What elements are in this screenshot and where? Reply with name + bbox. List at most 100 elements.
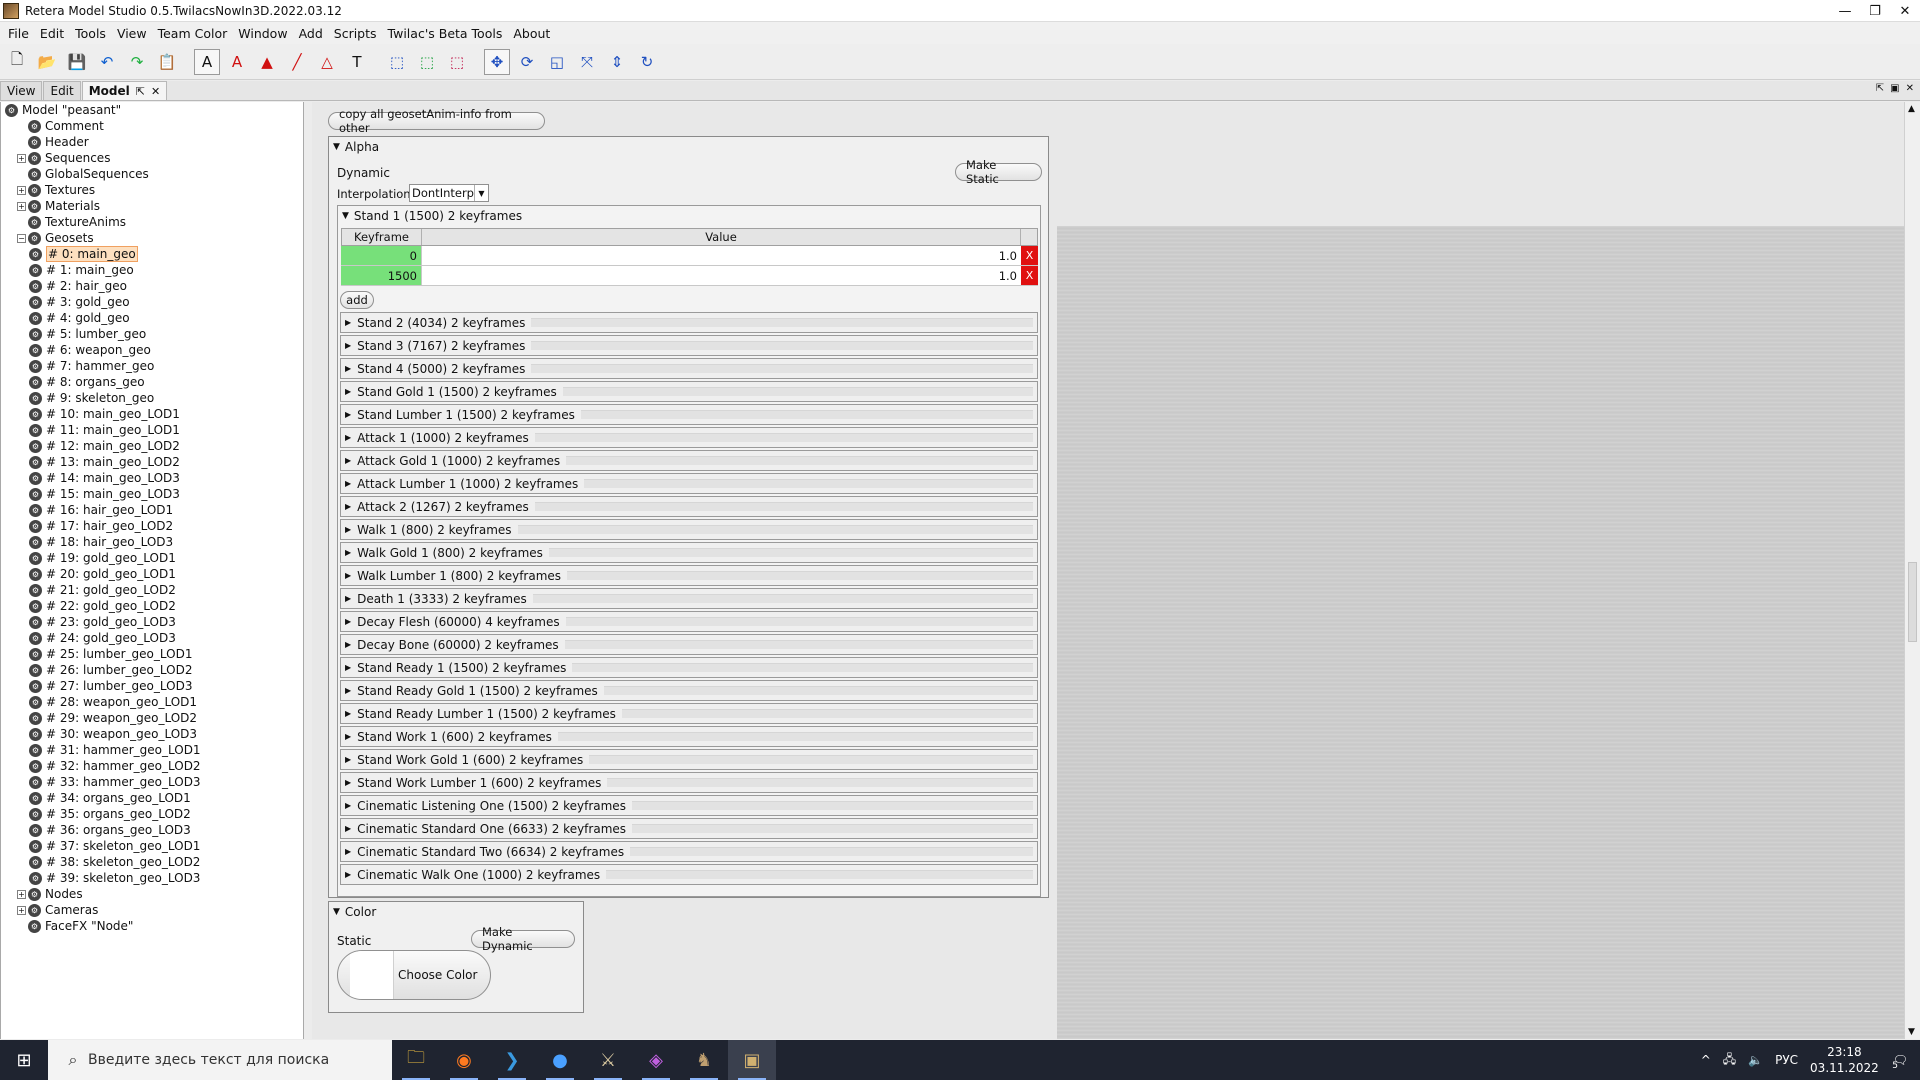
tree-item-geoset[interactable]: ⚙ # 16: hair_geo_LOD1 <box>1 502 303 518</box>
extrude-tool-icon[interactable]: ⤧ <box>574 49 600 75</box>
text-tool-icon[interactable]: T <box>344 49 370 75</box>
language-indicator[interactable]: РУС <box>1775 1053 1798 1067</box>
pin-icon[interactable]: ⇱ <box>136 85 145 98</box>
tree-item-geoset[interactable]: ⚙ # 29: weapon_geo_LOD2 <box>1 710 303 726</box>
tree-item-geoset[interactable]: ⚙ # 36: organs_geo_LOD3 <box>1 822 303 838</box>
menu-twilacs-beta-tools[interactable]: Twilac's Beta Tools <box>384 26 510 41</box>
tree-item-geoset[interactable]: ⚙ # 3: gold_geo <box>1 294 303 310</box>
menu-view[interactable]: View <box>113 26 154 41</box>
sequence-row[interactable]: ▶ Cinematic Listening One (1500) 2 keyfra… <box>340 795 1038 816</box>
rotate-tool-icon[interactable]: ⟳ <box>514 49 540 75</box>
scroll-up-icon[interactable]: ▲ <box>1908 104 1915 114</box>
tree-item-geoset[interactable]: ⚙ # 2: hair_geo <box>1 278 303 294</box>
scale-tool-icon[interactable]: ◱ <box>544 49 570 75</box>
vertical-scrollbar[interactable]: ▲ ▼ <box>1904 102 1920 1039</box>
expand-icon[interactable]: + <box>17 185 26 195</box>
alpha-header[interactable]: ▼ Alpha <box>333 138 379 156</box>
keyframe-cell[interactable]: 1500 <box>341 266 421 285</box>
sequence-row[interactable]: ▶ Stand Work 1 (600) 2 keyframes <box>340 726 1038 747</box>
menu-add[interactable]: Add <box>295 26 330 41</box>
tree-item-geosets[interactable]: − ⚙ Geosets <box>1 230 303 246</box>
tree-item-header[interactable]: ⚙ Header <box>1 134 303 150</box>
color-header[interactable]: ▼ Color <box>333 903 376 921</box>
sequence-row[interactable]: ▶ Attack Gold 1 (1000) 2 keyframes <box>340 450 1038 471</box>
app-blue-icon[interactable]: ● <box>536 1040 584 1080</box>
choose-color-button[interactable]: Choose Color <box>337 950 491 1000</box>
tree-item-sequences[interactable]: + ⚙ Sequences <box>1 150 303 166</box>
undock-icon[interactable]: ⇱ <box>1876 83 1884 94</box>
expand-icon[interactable]: ▶ <box>345 778 351 787</box>
tree-item-geoset[interactable]: ⚙ # 14: main_geo_LOD3 <box>1 470 303 486</box>
tree-item-geoset[interactable]: ⚙ # 39: skeleton_geo_LOD3 <box>1 870 303 886</box>
sequence-row[interactable]: ▶ Stand Work Gold 1 (600) 2 keyframes <box>340 749 1038 770</box>
sequence-row[interactable]: ▶ Stand Ready 1 (1500) 2 keyframes <box>340 657 1038 678</box>
chevron-down-icon[interactable]: ▼ <box>473 185 488 201</box>
tree-item-facefx-node[interactable]: ⚙ FaceFX "Node" <box>1 918 303 934</box>
tree-item-geoset[interactable]: ⚙ # 27: lumber_geo_LOD3 <box>1 678 303 694</box>
vscode-icon[interactable]: ❯ <box>488 1040 536 1080</box>
expand-icon[interactable]: ▶ <box>345 502 351 511</box>
maximize-panel-icon[interactable]: ▣ <box>1890 83 1899 94</box>
tree-item-geoset[interactable]: ⚙ # 8: organs_geo <box>1 374 303 390</box>
sequence-row[interactable]: ▶ Stand 4 (5000) 2 keyframes <box>340 358 1038 379</box>
file-explorer-icon[interactable]: 🗀 <box>392 1040 440 1080</box>
tree-item-geoset[interactable]: ⚙ # 23: gold_geo_LOD3 <box>1 614 303 630</box>
paste-icon[interactable]: 📋 <box>154 49 180 75</box>
sequence-row[interactable]: ▶ Stand Gold 1 (1500) 2 keyframes <box>340 381 1038 402</box>
move-tool-icon[interactable]: ✥ <box>484 48 510 75</box>
value-cell[interactable]: 1.0 <box>421 266 1021 285</box>
menu-tools[interactable]: Tools <box>71 26 113 41</box>
sequence-row[interactable]: ▶ Stand 3 (7167) 2 keyframes <box>340 335 1038 356</box>
tree-item-globalsequences[interactable]: ⚙ GlobalSequences <box>1 166 303 182</box>
tree-item-geoset[interactable]: ⚙ # 31: hammer_geo_LOD1 <box>1 742 303 758</box>
tree-item-geoset[interactable]: ⚙ # 9: skeleton_geo <box>1 390 303 406</box>
select-edge-icon[interactable]: ╱ <box>284 49 310 75</box>
tree-item-geoset[interactable]: ⚙ # 11: main_geo_LOD1 <box>1 422 303 438</box>
tree-item-geoset[interactable]: ⚙ # 28: weapon_geo_LOD1 <box>1 694 303 710</box>
menu-team-color[interactable]: Team Color <box>154 26 235 41</box>
app-mask-icon[interactable]: ◈ <box>632 1040 680 1080</box>
tree-item-geoset[interactable]: ⚙ # 22: gold_geo_LOD2 <box>1 598 303 614</box>
tab-view[interactable]: View <box>0 81 43 100</box>
sequence-row[interactable]: ▶ Attack 2 (1267) 2 keyframes <box>340 496 1038 517</box>
expand-icon[interactable]: ▶ <box>345 640 351 649</box>
add-keyframe-button[interactable]: add <box>340 291 374 309</box>
expand-icon[interactable]: + <box>17 201 26 211</box>
select-box-icon[interactable]: ⬚ <box>384 49 410 75</box>
delete-keyframe-button[interactable]: X <box>1021 246 1038 265</box>
tree-item-nodes[interactable]: + ⚙ Nodes <box>1 886 303 902</box>
expand-icon[interactable]: + <box>17 153 26 163</box>
tree-item-geoset[interactable]: ⚙ # 32: hammer_geo_LOD2 <box>1 758 303 774</box>
clock[interactable]: 23:18 03.11.2022 <box>1810 1044 1879 1076</box>
sequence-row[interactable]: ▶ Attack Lumber 1 (1000) 2 keyframes <box>340 473 1038 494</box>
expand-icon[interactable]: ▶ <box>345 709 351 718</box>
app-warcraft-icon[interactable]: ♞ <box>680 1040 728 1080</box>
redo-icon[interactable]: ↷ <box>124 49 150 75</box>
sequence-row[interactable]: ▶ Death 1 (3333) 2 keyframes <box>340 588 1038 609</box>
expand-icon[interactable]: ▶ <box>345 870 351 879</box>
tree-item-textures[interactable]: + ⚙ Textures <box>1 182 303 198</box>
select-vertex-icon[interactable]: A <box>194 48 220 75</box>
tree-item-geoset[interactable]: ⚙ # 12: main_geo_LOD2 <box>1 438 303 454</box>
open-folder-icon[interactable]: 📂 <box>34 49 60 75</box>
make-dynamic-button[interactable]: Make Dynamic <box>471 925 575 953</box>
tree-item-geoset[interactable]: ⚙ # 30: weapon_geo_LOD3 <box>1 726 303 742</box>
tree-item-cameras[interactable]: + ⚙ Cameras <box>1 902 303 918</box>
minimize-button[interactable]: — <box>1830 0 1860 22</box>
tab-edit[interactable]: Edit <box>43 81 81 100</box>
tree-item-geoset[interactable]: ⚙ # 1: main_geo <box>1 262 303 278</box>
tree-item-geoset[interactable]: ⚙ # 35: organs_geo_LOD2 <box>1 806 303 822</box>
expand-icon[interactable]: ▶ <box>345 548 351 557</box>
sequence-row[interactable]: ▶ Cinematic Standard Two (6634) 2 keyfram… <box>340 841 1038 862</box>
tree-item-geoset[interactable]: ⚙ # 25: lumber_geo_LOD1 <box>1 646 303 662</box>
expand-icon[interactable]: ▶ <box>345 364 351 373</box>
sequence-row[interactable]: ▶ Stand Ready Gold 1 (1500) 2 keyframes <box>340 680 1038 701</box>
expand-icon[interactable]: ▶ <box>345 755 351 764</box>
expand-icon[interactable]: ▶ <box>345 387 351 396</box>
sequence-row[interactable]: ▶ Walk Gold 1 (800) 2 keyframes <box>340 542 1038 563</box>
sequence-row[interactable]: ▶ Decay Bone (60000) 2 keyframes <box>340 634 1038 655</box>
menu-window[interactable]: Window <box>234 26 294 41</box>
tree-item-geoset[interactable]: ⚙ # 33: hammer_geo_LOD3 <box>1 774 303 790</box>
extend-tool-icon[interactable]: ⇕ <box>604 49 630 75</box>
tree-item-geoset[interactable]: ⚙ # 26: lumber_geo_LOD2 <box>1 662 303 678</box>
